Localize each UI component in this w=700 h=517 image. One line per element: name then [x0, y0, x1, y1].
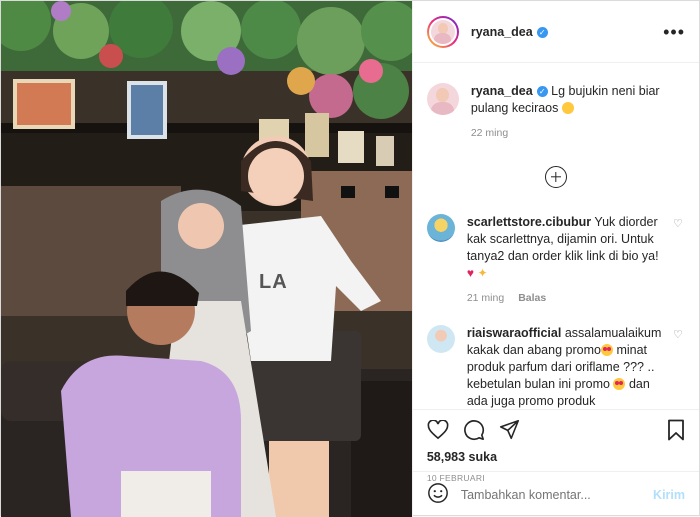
caption-text-block: ryana_dea ✓ Lg bujukin neni biar pulang k…: [471, 83, 685, 142]
comment-item: riaiswaraofficial assalamualaikum kakak …: [413, 325, 699, 409]
author-avatar-ring[interactable]: [426, 15, 459, 48]
heart-outline-icon[interactable]: ♡: [673, 217, 685, 307]
comment-item: scarlettstore.cibubur Yuk diorder kak sc…: [413, 214, 699, 307]
comment-avatar[interactable]: [426, 214, 455, 307]
verified-badge-icon: ✓: [536, 86, 548, 97]
photo-illustration: [1, 1, 412, 517]
caption-username[interactable]: ryana_dea: [471, 84, 533, 98]
reply-button[interactable]: Balas: [518, 292, 546, 304]
paper-plane-icon[interactable]: [499, 419, 520, 443]
comment-username[interactable]: scarlettstore.cibubur: [467, 215, 591, 229]
comment-text-block: scarlettstore.cibubur Yuk diorder kak sc…: [467, 214, 667, 307]
caption-time[interactable]: 22 ming: [471, 127, 508, 139]
comment-time[interactable]: 21 ming: [467, 292, 504, 304]
caption-avatar[interactable]: [426, 83, 459, 142]
author-name-wrap: ryana_dea ✓: [471, 25, 548, 39]
comment-avatar[interactable]: [426, 325, 455, 409]
comment-text-block: riaiswaraofficial assalamualaikum kakak …: [467, 325, 667, 409]
red-heart-emoji: ♥: [466, 266, 474, 280]
post-photo[interactable]: LA: [1, 1, 412, 517]
bookmark-icon[interactable]: [667, 419, 685, 444]
sparkles-emoji: ✦: [477, 266, 488, 280]
post-header: ryana_dea ✓ •••: [412, 1, 699, 63]
comment-input[interactable]: [460, 487, 654, 502]
heart-outline-icon[interactable]: [427, 418, 449, 443]
add-comment-bar: Kirim: [412, 471, 699, 517]
caption-meta: 22 ming: [471, 125, 685, 142]
comments-list[interactable]: ryana_dea ✓ Lg bujukin neni biar pulang k…: [413, 63, 699, 409]
smiley-icon[interactable]: [427, 482, 449, 507]
more-options-icon[interactable]: •••: [663, 23, 685, 41]
shirt-logo: LA: [259, 271, 288, 293]
comment-bubble-icon[interactable]: [463, 419, 485, 444]
heart-eyes-emoji: [600, 344, 613, 356]
comment-meta: 21 ming Balas: [467, 290, 667, 307]
action-icons-row: [427, 418, 685, 444]
plus-circle-icon[interactable]: [544, 166, 567, 188]
send-comment-button[interactable]: Kirim: [653, 488, 685, 502]
caption: ryana_dea ✓ Lg bujukin neni biar pulang k…: [413, 63, 699, 142]
likes-count[interactable]: 58,983 suka: [427, 450, 685, 464]
verified-badge-icon: ✓: [536, 26, 548, 38]
heart-outline-icon[interactable]: ♡: [673, 328, 685, 409]
heart-eyes-emoji: [613, 378, 626, 390]
grinning-sweat-emoji: [561, 102, 574, 114]
comment-username[interactable]: riaiswaraofficial: [467, 326, 562, 340]
author-username[interactable]: ryana_dea: [471, 25, 533, 39]
author-avatar[interactable]: [428, 17, 457, 46]
post-container: LA ryana_dea ✓ ••• ryana_dea ✓ Lg bujuki…: [0, 0, 700, 517]
post-side-panel: ryana_dea ✓ ••• ryana_dea ✓ Lg bujukin nen…: [411, 1, 699, 517]
